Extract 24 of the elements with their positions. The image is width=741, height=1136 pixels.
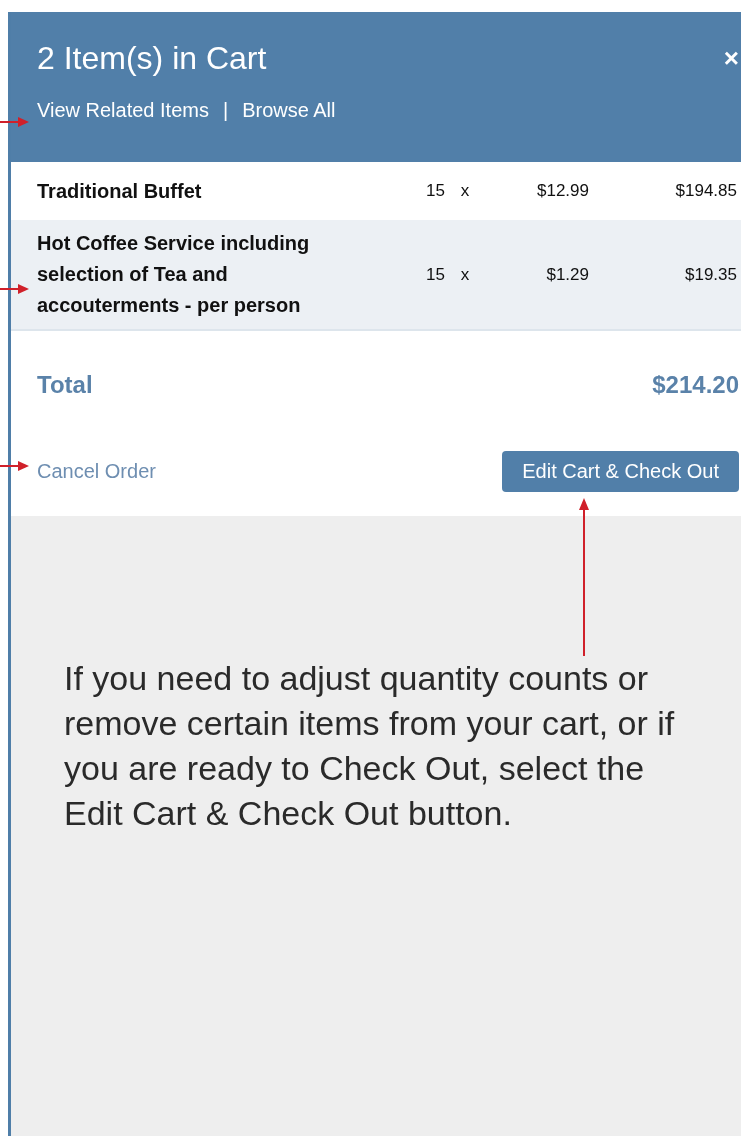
item-name: Traditional Buffet: [37, 178, 203, 204]
header-link[interactable]: View Related Items: [37, 99, 209, 122]
total-value: $214.20: [652, 371, 739, 399]
checkout-button[interactable]: Edit Cart & Check Out: [502, 451, 739, 492]
arrow-icon: [578, 498, 590, 656]
separator: |: [222, 99, 229, 122]
header-link[interactable]: Browse All: [242, 99, 336, 122]
cancel-order-link[interactable]: Cancel Order: [37, 460, 156, 483]
item-total: $19.35: [684, 264, 737, 285]
item-quantity: 15: [425, 264, 445, 285]
item-price: $1.29: [545, 264, 589, 285]
item-price: $12.99: [536, 181, 589, 201]
close-button[interactable]: ×: [721, 43, 741, 74]
arrow-icon: [0, 283, 30, 295]
arrow-icon: [0, 116, 30, 128]
total-label: Total: [37, 371, 93, 399]
cart-title: 2 Item(s) in Cart: [37, 40, 267, 77]
times-sign: x: [459, 181, 471, 201]
item-name: Hot Coffee Service including selection of Tea and accouterments - per person: [37, 231, 311, 318]
item-quantity: 15: [425, 181, 445, 201]
arrow-icon: [0, 460, 30, 472]
times-sign: x: [459, 264, 471, 285]
annotation-text: If you need to adjust quantity counts or remove certain items from your cart, or if you are ready to Check Out, select the Edit Cart & Check Out button.: [64, 658, 676, 834]
item-total: $194.85: [674, 181, 737, 201]
